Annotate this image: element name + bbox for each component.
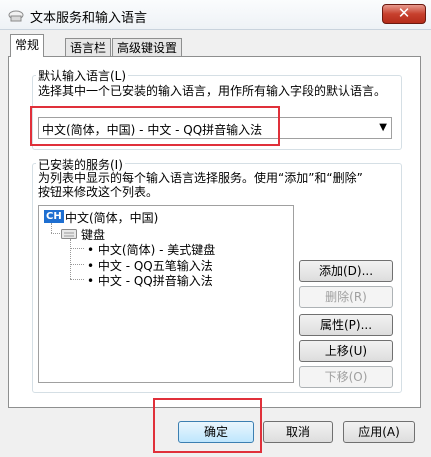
tree-item-service[interactable]: • 中文(简体) - 美式键盘: [87, 241, 215, 258]
move-up-button-label: 上移(U): [324, 344, 368, 358]
tab-language-bar-label: 语言栏: [70, 41, 107, 55]
move-up-button[interactable]: 上移(U): [299, 340, 393, 362]
add-button[interactable]: 添加(D)...: [299, 260, 393, 282]
properties-button[interactable]: 属性(P)...: [299, 314, 393, 336]
remove-button[interactable]: 删除(R): [299, 286, 393, 308]
cancel-button-label: 取消: [285, 425, 310, 439]
keyboard-icon: [61, 229, 77, 239]
tree-connector: [51, 233, 60, 234]
chevron-down-icon[interactable]: ▼: [379, 122, 387, 133]
tab-language-bar[interactable]: 语言栏: [65, 38, 112, 56]
tab-general[interactable]: 常规: [10, 34, 45, 57]
language-ch-icon: CH: [44, 210, 64, 223]
tree-item-service[interactable]: • 中文 - QQ拼音输入法: [87, 272, 213, 289]
apply-button-label: 应用(A): [358, 425, 400, 439]
tree-connector: [51, 223, 52, 233]
properties-button-label: 属性(P)...: [319, 318, 373, 332]
tree-connector: [70, 264, 84, 265]
service-label: 中文 - QQ五笔输入法: [97, 259, 213, 273]
close-icon: ✕: [397, 4, 411, 22]
text-services-icon: [8, 10, 24, 22]
add-button-label: 添加(D)...: [318, 264, 374, 278]
service-label: 中文(简体) - 美式键盘: [97, 243, 216, 257]
tree-connector: [70, 239, 71, 279]
remove-button-label: 删除(R): [325, 290, 367, 304]
tab-advanced-key-settings-label: 高级键设置: [117, 41, 178, 55]
highlight-box-default-language: [30, 106, 280, 146]
tree-connector: [70, 279, 84, 280]
close-button[interactable]: ✕: [382, 4, 426, 24]
highlight-box-ok-button: [153, 398, 262, 453]
cancel-button[interactable]: 取消: [263, 421, 333, 443]
tab-advanced-key-settings[interactable]: 高级键设置: [112, 38, 183, 56]
installed-services-description-line1: 为列表中显示的每个输入语言选择服务。使用“添加”和“删除”: [38, 171, 363, 185]
installed-services-description-line2: 按钮来修改这个列表。: [38, 185, 159, 199]
window-title: 文本服务和输入语言: [30, 11, 148, 26]
service-label: 中文 - QQ拼音输入法: [97, 274, 213, 288]
tree-item-language[interactable]: 中文(简体，中国): [65, 209, 158, 226]
tab-general-label: 常规: [15, 38, 40, 52]
tree-connector: [70, 248, 84, 249]
default-language-description: 选择其中一个已安装的输入语言，用作所有输入字段的默认语言。: [38, 84, 387, 98]
move-down-button-label: 下移(O): [324, 370, 368, 384]
title-bar[interactable]: 文本服务和输入语言 ✕: [0, 0, 431, 30]
default-language-legend: 默认输入语言(L): [36, 67, 129, 84]
installed-services-tree[interactable]: CH 中文(简体，中国) 键盘 • 中文(简体) - 美式键盘 • 中文 - Q…: [38, 205, 294, 383]
move-down-button[interactable]: 下移(O): [299, 366, 393, 388]
apply-button[interactable]: 应用(A): [343, 421, 415, 443]
